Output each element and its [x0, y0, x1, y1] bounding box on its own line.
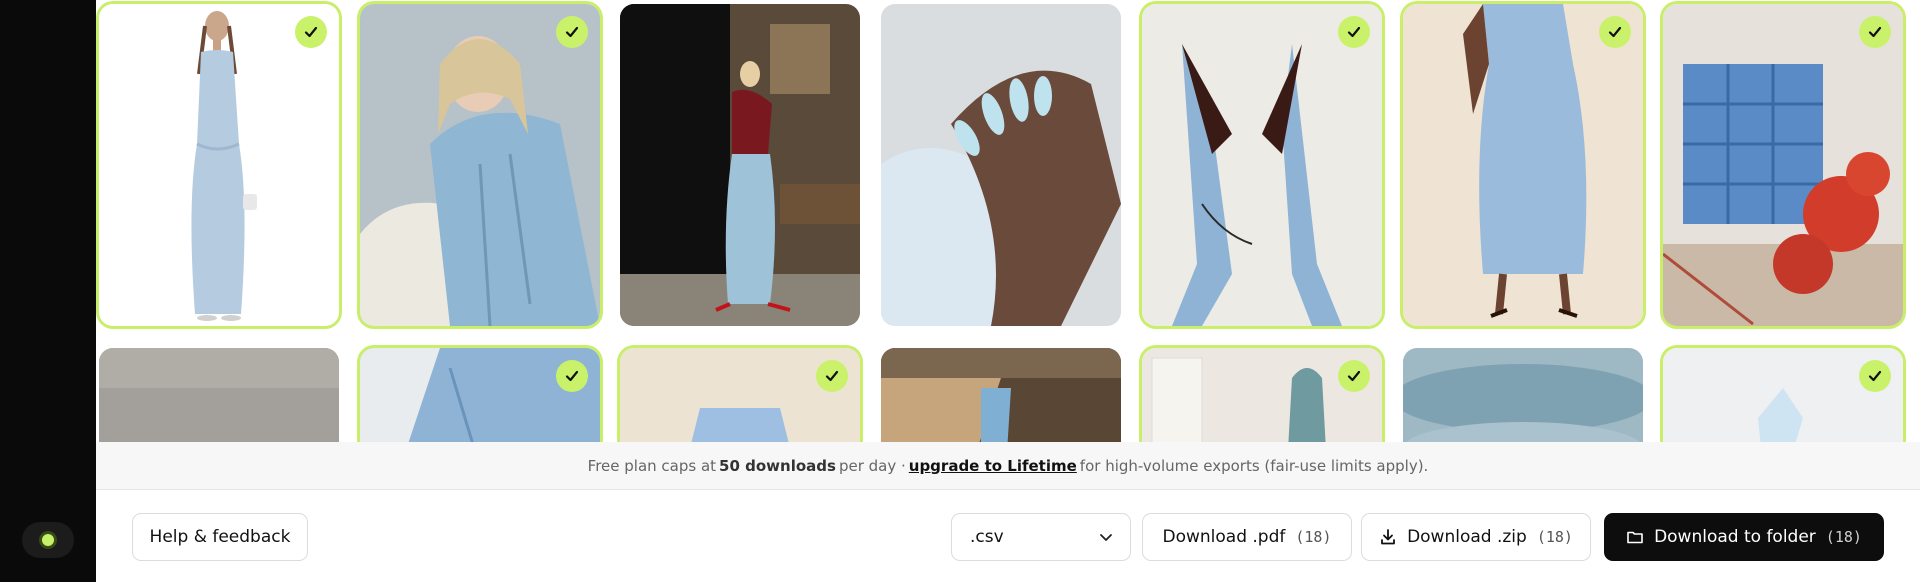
nails-image: [881, 4, 1121, 326]
download-zip-button[interactable]: Download .zip (18): [1361, 513, 1591, 561]
status-toggle[interactable]: [22, 522, 74, 558]
app-window: Free plan caps at 50 downloads per day ·…: [0, 0, 1920, 582]
main-panel: Free plan caps at 50 downloads per day ·…: [96, 0, 1920, 582]
heels-socks-image: [1142, 4, 1382, 326]
puffer-jacket-image: [360, 4, 600, 326]
gallery-tile[interactable]: [99, 348, 339, 442]
download-folder-label: Download to folder: [1654, 527, 1816, 547]
check-icon[interactable]: [816, 360, 848, 392]
gallery-tile[interactable]: [1403, 4, 1643, 326]
velvet-sofa-image: [1403, 348, 1643, 442]
gallery-tile[interactable]: [881, 348, 1121, 442]
download-folder-count: (18): [1825, 528, 1862, 546]
gallery-tile[interactable]: [360, 4, 600, 326]
help-feedback-label: Help & feedback: [149, 527, 291, 547]
socks-stairs-image: [881, 348, 1121, 442]
check-icon[interactable]: [1338, 16, 1370, 48]
gallery-tile[interactable]: [881, 4, 1121, 326]
chevron-down-icon: [1100, 534, 1112, 541]
gallery-tile[interactable]: [1663, 348, 1903, 442]
image-gallery: [96, 0, 1920, 442]
download-zip-count: (18): [1536, 528, 1573, 546]
check-icon[interactable]: [1859, 360, 1891, 392]
blue-dress-image: [1403, 4, 1643, 326]
footer-toolbar: Help & feedback .csv Download .pdf (18) …: [96, 490, 1920, 582]
download-folder-button[interactable]: Download to folder (18): [1604, 513, 1884, 561]
notice-prefix: Free plan caps at: [587, 456, 717, 475]
check-icon[interactable]: [295, 16, 327, 48]
gallery-tile[interactable]: [620, 348, 860, 442]
interior-shelf-image: [1663, 4, 1903, 326]
gallery-tile[interactable]: [1142, 4, 1382, 326]
download-icon: [1381, 529, 1395, 545]
check-icon[interactable]: [556, 16, 588, 48]
notice-suffix: for high-volume exports (fair-use limits…: [1079, 456, 1429, 475]
gallery-tile[interactable]: [620, 4, 860, 326]
gallery-tile[interactable]: [360, 348, 600, 442]
format-select[interactable]: .csv: [951, 513, 1131, 561]
model-dress-image: [99, 4, 339, 326]
check-icon[interactable]: [556, 360, 588, 392]
street-walk-image: [620, 4, 860, 326]
status-dot-icon: [42, 534, 54, 546]
plan-notice: Free plan caps at 50 downloads per day ·…: [96, 442, 1920, 490]
download-pdf-button[interactable]: Download .pdf (18): [1142, 513, 1352, 561]
gallery-tile[interactable]: [1663, 4, 1903, 326]
format-select-value: .csv: [970, 527, 1004, 547]
notice-limit: 50 downloads: [719, 456, 836, 475]
left-rail: [0, 0, 96, 582]
help-feedback-button[interactable]: Help & feedback: [132, 513, 308, 561]
gallery-tile[interactable]: [1142, 348, 1382, 442]
download-pdf-label: Download .pdf: [1162, 527, 1286, 547]
check-icon[interactable]: [1859, 16, 1891, 48]
grey-wall-image: [99, 348, 339, 442]
check-icon[interactable]: [1599, 16, 1631, 48]
gallery-tile[interactable]: [1403, 348, 1643, 442]
notice-middle: per day ·: [838, 456, 906, 475]
folder-icon: [1627, 531, 1643, 544]
check-icon[interactable]: [1338, 360, 1370, 392]
download-zip-label: Download .zip: [1407, 527, 1527, 547]
download-pdf-count: (18): [1295, 528, 1332, 546]
gallery-tile[interactable]: [99, 4, 339, 326]
upgrade-link[interactable]: upgrade to Lifetime: [909, 457, 1077, 475]
